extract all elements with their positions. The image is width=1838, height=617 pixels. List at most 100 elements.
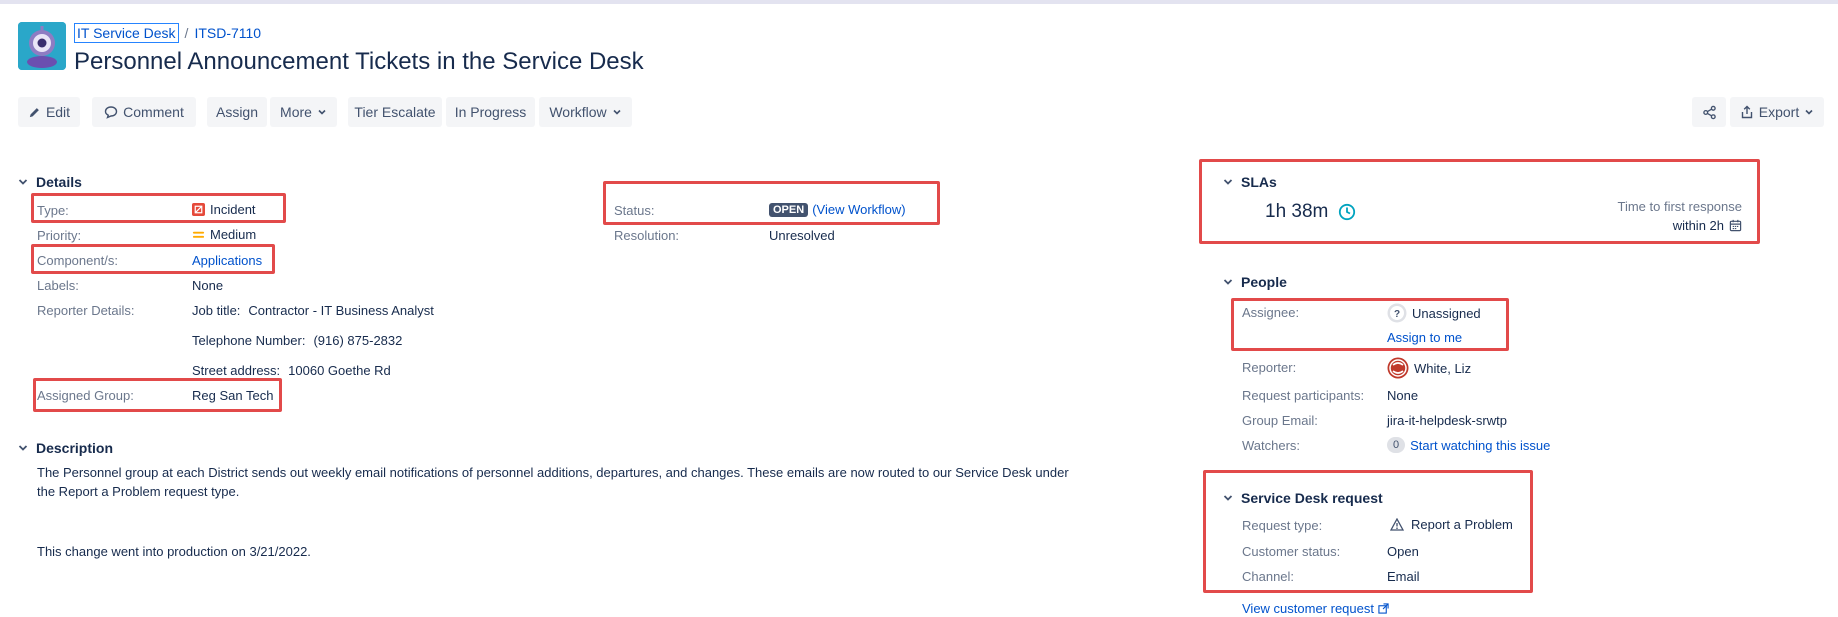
job-title-value: Contractor - IT Business Analyst xyxy=(248,303,434,318)
channel-value: Email xyxy=(1387,569,1420,584)
project-avatar[interactable] xyxy=(18,22,66,70)
comment-button[interactable]: Comment xyxy=(92,97,196,127)
sla-goal-name: Time to first response xyxy=(1617,199,1742,214)
unassigned-avatar-icon: ? xyxy=(1387,303,1407,323)
channel-label: Channel: xyxy=(1242,569,1295,584)
reporter-details-label: Reporter Details: xyxy=(37,303,135,318)
telephone-label: Telephone Number: xyxy=(192,333,306,348)
external-link-icon xyxy=(1378,603,1389,614)
edit-button[interactable]: Edit xyxy=(18,97,80,127)
in-progress-label: In Progress xyxy=(454,104,527,120)
request-type-text: Report a Problem xyxy=(1411,517,1513,532)
chevron-down-icon xyxy=(1223,495,1233,501)
chevron-down-icon xyxy=(1223,179,1233,185)
type-label: Type: xyxy=(37,203,69,218)
labels-value: None xyxy=(192,278,224,293)
comment-button-label: Comment xyxy=(123,104,184,120)
breadcrumb-issue-key[interactable]: ITSD-7110 xyxy=(194,25,261,41)
clock-icon xyxy=(1339,203,1356,221)
sla-goal-target: within 2h xyxy=(1600,218,1742,233)
status-label: Status: xyxy=(614,203,655,218)
type-value-text: Incident xyxy=(210,202,256,217)
chevron-down-icon xyxy=(18,445,28,451)
workflow-button-label: Workflow xyxy=(549,104,607,120)
workflow-dropdown-button[interactable]: Workflow xyxy=(539,97,632,127)
reporter-name: White, Liz xyxy=(1414,360,1472,376)
reporter-avatar-icon xyxy=(1387,357,1409,379)
export-icon xyxy=(1741,105,1752,119)
reporter-label: Reporter: xyxy=(1242,360,1297,375)
request-participants-value: None xyxy=(1387,388,1419,403)
top-border xyxy=(0,0,1838,4)
in-progress-button[interactable]: In Progress xyxy=(446,97,535,127)
description-line-1: The Personnel group at each District sen… xyxy=(37,465,1069,480)
reporter-value: White, Liz xyxy=(1387,357,1471,379)
service-desk-heading: Service Desk request xyxy=(1241,490,1383,506)
priority-value-text: Medium xyxy=(210,227,257,242)
slas-heading: SLAs xyxy=(1241,174,1277,190)
priority-value: Medium xyxy=(192,227,256,242)
assigned-group-value: Reg San Tech xyxy=(192,388,274,403)
service-desk-section-toggle[interactable]: Service Desk request xyxy=(1223,490,1383,506)
people-section-toggle[interactable]: People xyxy=(1223,274,1287,290)
request-type-label: Request type: xyxy=(1242,518,1323,533)
more-dropdown-button[interactable]: More xyxy=(270,97,337,127)
watchers-label: Watchers: xyxy=(1242,438,1301,453)
status-lozenge: OPEN xyxy=(769,202,809,217)
sla-time-remaining: 1h 38m xyxy=(1265,201,1329,222)
telephone-row: Telephone Number: (916) 875-2832 xyxy=(192,333,402,348)
tier-escalate-button[interactable]: Tier Escalate xyxy=(348,97,442,127)
group-email-value: jira-it-helpdesk-srwtp xyxy=(1387,413,1507,428)
more-button-label: More xyxy=(280,104,312,120)
calendar-icon xyxy=(1729,219,1742,232)
edit-button-label: Edit xyxy=(45,104,71,120)
status-value: OPEN (View Workflow) xyxy=(769,202,906,217)
export-dropdown-button[interactable]: Export xyxy=(1730,97,1824,127)
people-heading: People xyxy=(1241,274,1287,290)
street-address-value: 10060 Goethe Rd xyxy=(288,363,391,378)
watchers-count-badge: 0 xyxy=(1387,437,1406,453)
sla-goal-target-text: within 2h xyxy=(1672,218,1724,233)
components-value-link[interactable]: Applications xyxy=(192,253,262,268)
assigned-group-label: Assigned Group: xyxy=(37,388,134,403)
tier-escalate-label: Tier Escalate xyxy=(354,104,436,120)
assignee-name: Unassigned xyxy=(1412,305,1481,321)
chevron-down-icon xyxy=(1223,279,1233,285)
assign-button-label: Assign xyxy=(215,104,259,120)
sla-timer: 1h 38m xyxy=(1265,201,1356,223)
telephone-value: (916) 875-2832 xyxy=(313,333,403,348)
export-button-label: Export xyxy=(1758,104,1800,120)
customer-status-label: Customer status: xyxy=(1242,544,1341,559)
group-email-label: Group Email: xyxy=(1242,413,1318,428)
speech-bubble-icon xyxy=(104,106,118,119)
view-customer-request-text: View customer request xyxy=(1242,601,1374,616)
start-watching-link[interactable]: Start watching this issue xyxy=(1410,438,1550,453)
assignee-value: ? Unassigned xyxy=(1387,303,1481,323)
page-title: Personnel Announcement Tickets in the Se… xyxy=(74,48,644,75)
assignee-label: Assignee: xyxy=(1242,305,1300,320)
request-type-value: Report a Problem xyxy=(1390,517,1513,532)
svg-text:?: ? xyxy=(1394,309,1400,320)
share-button[interactable] xyxy=(1692,97,1726,127)
slas-section-toggle[interactable]: SLAs xyxy=(1223,174,1277,190)
view-workflow-link[interactable]: (View Workflow) xyxy=(812,202,905,217)
components-label: Component/s: xyxy=(37,253,118,268)
view-customer-request-link[interactable]: View customer request xyxy=(1242,601,1389,616)
chevron-down-icon xyxy=(18,179,28,185)
job-title-row: Job title: Contractor - IT Business Anal… xyxy=(192,303,434,318)
priority-label: Priority: xyxy=(37,228,82,243)
details-section-toggle[interactable]: Details xyxy=(18,174,82,190)
description-paragraph-2: This change went into production on 3/21… xyxy=(37,544,311,559)
share-icon xyxy=(1702,105,1716,119)
resolution-value: Unresolved xyxy=(769,228,835,243)
breadcrumb-project-link[interactable]: IT Service Desk xyxy=(74,23,179,43)
street-address-row: Street address: 10060 Goethe Rd xyxy=(192,363,391,378)
watchers-value: 0 Start watching this issue xyxy=(1387,437,1550,453)
description-section-toggle[interactable]: Description xyxy=(18,440,113,456)
project-avatar-icon xyxy=(18,22,66,70)
job-title-label: Job title: xyxy=(192,303,241,318)
incident-icon xyxy=(192,203,205,216)
pencil-icon xyxy=(29,107,39,117)
assign-to-me-link[interactable]: Assign to me xyxy=(1387,330,1462,345)
assign-button[interactable]: Assign xyxy=(207,97,267,127)
